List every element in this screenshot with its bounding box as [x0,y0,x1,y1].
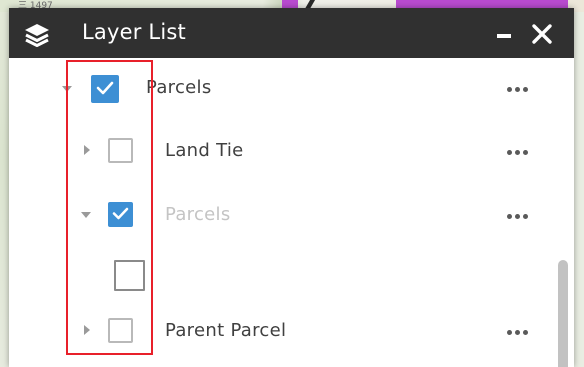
layers-icon [25,24,49,47]
layer-row-parent-parcel[interactable]: Parent Parcel [9,299,555,347]
expand-caret-icon[interactable] [84,325,90,335]
layer-options-icon[interactable] [507,84,535,94]
layer-label: Parcels [146,77,212,98]
layer-checkbox[interactable] [108,318,133,343]
minimize-icon [497,34,511,38]
panel-title: Layer List [82,20,186,44]
close-icon[interactable] [529,21,555,47]
expand-caret-icon[interactable] [62,86,72,92]
layer-list: Parcels Land Tie Parcels Parent Parcel [9,58,574,367]
layer-row-land-tie[interactable]: Land Tie [9,129,555,177]
layer-label: Land Tie [165,140,244,161]
layer-options-icon[interactable] [507,147,535,157]
minimize-button[interactable] [494,26,516,44]
layer-row-parcels[interactable]: Parcels [9,64,555,112]
layer-label: Parcels [165,204,231,225]
scrollbar-thumb[interactable] [558,260,568,367]
checkmark-icon [112,207,129,220]
layer-checkbox[interactable] [91,75,119,103]
layer-row-parcels-sub[interactable]: Parcels [9,193,555,241]
checkmark-icon [96,81,114,95]
panel-header: Layer List [9,8,574,58]
expand-caret-icon[interactable] [81,212,91,218]
layer-checkbox[interactable] [108,202,133,227]
expand-caret-icon[interactable] [84,145,90,155]
layer-list-panel: Layer List Parcels Land Tie Parcels Pare… [9,8,574,367]
legend-symbol-box [114,260,145,291]
map-background: 三 1497 Layer List Parcels Land Tie Parce… [0,0,584,367]
legend-row [9,252,555,292]
layer-label: Parent Parcel [165,320,287,341]
layer-options-icon[interactable] [507,211,535,221]
layer-checkbox[interactable] [108,138,133,163]
layer-options-icon[interactable] [507,327,535,337]
